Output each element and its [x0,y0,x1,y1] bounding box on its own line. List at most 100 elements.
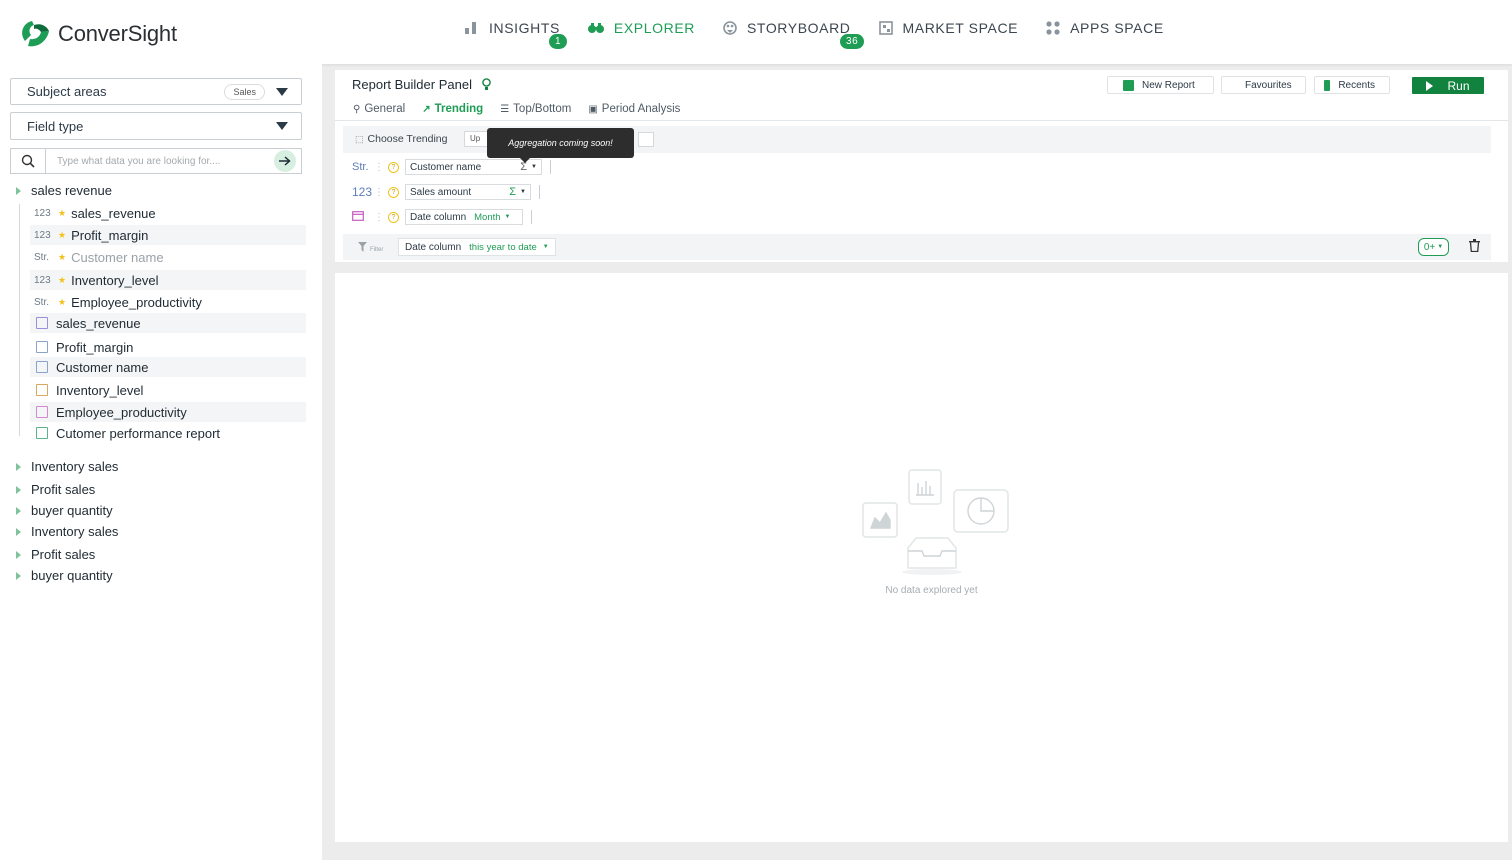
help-icon[interactable]: ? [388,186,399,198]
filter-count-button[interactable]: 0+ ▼ [1418,238,1449,256]
empty-state-text: No data explored yet [885,585,978,596]
trending-input[interactable] [638,132,654,147]
field-name: Sales amount [410,186,472,198]
help-icon[interactable]: ? [388,211,399,223]
nav-apps-space[interactable]: APPS SPACE [1046,20,1164,36]
bar-chart-icon [465,22,479,34]
subject-areas-select[interactable]: Subject areas Sales [10,78,302,105]
main-nav: INSIGHTS 1 EXPLORER STORYBOARD 36 MARKET… [465,20,1192,49]
drag-handle-icon[interactable]: ⋮ [374,162,384,173]
tree-field-item[interactable]: 123 ★ sales_revenue [30,203,306,223]
subject-area-pill[interactable]: Sales [224,84,265,100]
star-icon: ★ [58,296,67,307]
field-type-select[interactable]: Field type [10,112,302,140]
nav-market-space[interactable]: MARKET SPACE [878,20,1019,36]
arrow-right-icon[interactable] [274,150,296,172]
tree-field-item[interactable]: Str. ★ Employee_productivity [30,292,306,312]
tab-general[interactable]: ⚲ General [353,103,405,115]
tab-top-bottom-label: Top/Bottom [513,103,572,115]
star-icon: ★ [58,207,67,218]
search-icon[interactable] [10,148,46,174]
nav-storyboard-label: STORYBOARD [746,20,851,36]
tab-period-analysis-label: Period Analysis [601,103,681,115]
play-icon [1426,80,1434,91]
calendar-icon [36,406,48,418]
field-name: Customer name [410,161,482,173]
sigma-icon[interactable]: Σ [509,186,516,198]
nav-apps-space-label: APPS SPACE [1070,20,1164,36]
monitor-icon [36,317,48,329]
tree-group[interactable]: Profit sales [16,482,95,497]
chevron-down-icon: ▼ [542,244,549,250]
tree-group[interactable]: Inventory sales [16,459,118,474]
chevron-down-icon: ▼ [520,189,526,195]
panel-title: Report Builder Panel [352,77,491,92]
recents-button[interactable]: Recents [1314,76,1390,94]
tree-group[interactable]: buyer quantity [16,568,113,583]
builder-tabs: ⚲ General ↗ Trending ☰ Top/Bottom ▣ Peri… [353,103,697,115]
report-label: sales_revenue [56,315,141,331]
filter-icon[interactable] [358,239,367,257]
drag-handle-icon[interactable]: ⋮ [374,187,384,198]
field-label: Employee_productivity [71,294,202,310]
field-select[interactable]: Date column Month ▼ [405,209,523,225]
divider [531,210,532,224]
report-label: Inventory_level [56,382,144,398]
tree-group[interactable]: sales revenue [16,183,112,198]
drag-handle-icon[interactable]: ⋮ [374,212,384,223]
subject-areas-label: Subject areas [27,84,107,99]
tree-field-item[interactable]: 123 ★ Inventory_level [30,270,306,290]
nav-storyboard[interactable]: STORYBOARD 36 [723,20,865,49]
nav-explorer[interactable]: EXPLORER [587,20,695,36]
search-input[interactable] [46,148,302,174]
field-select[interactable]: Sales amount Σ ▼ [405,184,531,200]
tab-top-bottom[interactable]: ☰ Top/Bottom [500,103,571,115]
tree-group[interactable]: buyer quantity [16,503,113,518]
trend-up-icon: ↗ [422,103,431,115]
document-icon [36,341,48,353]
tree-field-item[interactable]: Str. ★ Customer name [30,247,306,267]
tab-trending-label: Trending [434,103,484,115]
tree-group[interactable]: Inventory sales [16,524,118,539]
help-icon[interactable]: ? [388,161,399,173]
expand-triangle-icon [16,485,21,494]
brand-logo[interactable]: ConverSight [18,19,177,49]
numeric-type-icon: 123 [34,229,51,241]
date-grain-select[interactable]: Month [474,212,500,223]
tree-report-item[interactable]: Inventory_level [30,380,306,400]
nav-insights[interactable]: INSIGHTS 1 [465,20,568,49]
tab-trending[interactable]: ↗ Trending [422,103,483,115]
tree-report-item[interactable]: Customer name [30,357,306,377]
brand-name: ConverSight [58,21,177,46]
new-report-button[interactable]: New Report [1107,76,1214,94]
tree-guide-line [19,204,20,436]
tree-group-label: Profit sales [31,547,96,562]
expand-triangle-icon [16,527,21,536]
filter-value[interactable]: this year to date [469,242,537,253]
nav-market-space-label: MARKET SPACE [902,20,1019,36]
tree-group-label: buyer quantity [31,568,113,583]
expand-triangle-icon [16,186,21,195]
tree-field-item[interactable]: 123 ★ Profit_margin [30,225,306,245]
divider [539,185,540,199]
expand-triangle-icon [16,550,21,559]
filter-label: Filter [370,247,384,253]
run-button[interactable]: Run [1412,77,1484,94]
tree-report-item[interactable]: Employee_productivity [30,402,306,422]
tree-group[interactable]: Profit sales [16,547,95,562]
filter-chip[interactable]: Date column this year to date ▼ [398,238,556,256]
chevron-down-icon [276,122,288,130]
lightbulb-icon[interactable] [482,78,491,91]
tree-report-item[interactable]: Profit_margin [30,337,306,357]
tree-group-label: Inventory sales [31,459,119,474]
expand-triangle-icon [16,506,21,515]
tree-report-item[interactable]: sales_revenue [30,313,306,333]
field-label: Inventory_level [71,272,159,288]
tree-group-label: sales revenue [31,183,112,198]
trash-icon[interactable] [1469,239,1480,257]
tab-period-analysis[interactable]: ▣ Period Analysis [588,103,680,115]
tree-report-item[interactable]: Cutomer performance report [30,423,306,443]
field-label: Customer name [71,249,164,265]
bar-chart-icon [36,427,48,439]
favourites-button[interactable]: Favourites [1221,76,1306,94]
